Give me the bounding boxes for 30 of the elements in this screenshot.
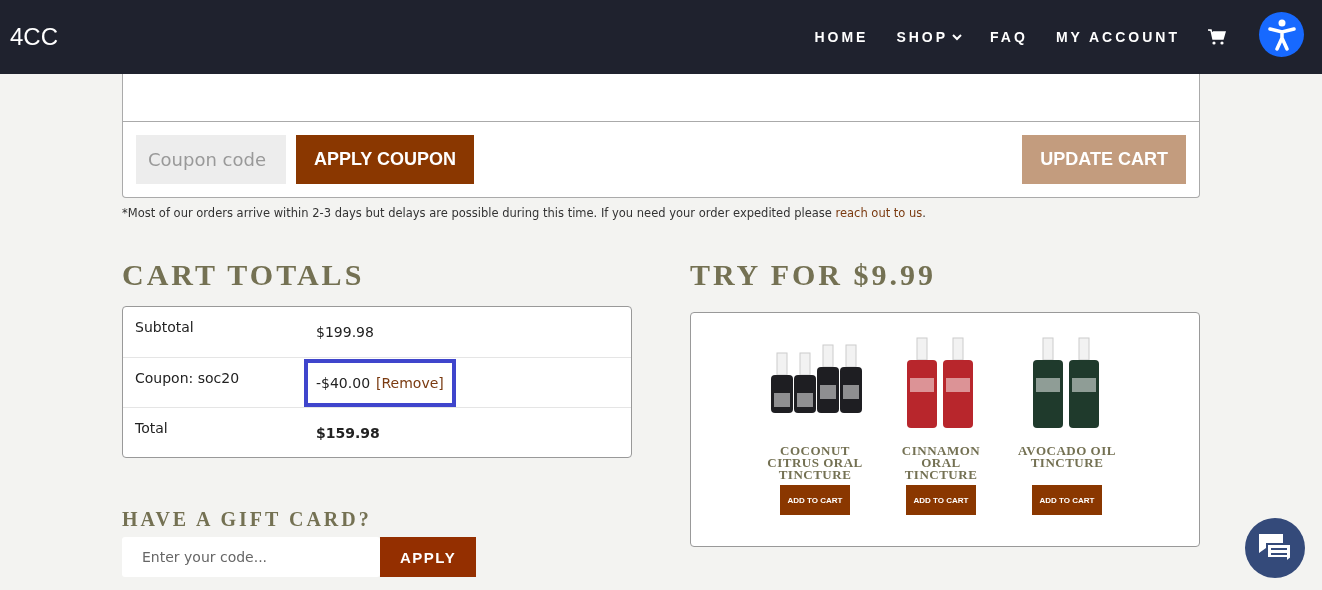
row-value: -$40.00 [316, 374, 371, 391]
apply-coupon-button[interactable]: APPLY COUPON [296, 135, 475, 184]
logo[interactable]: 4CC [10, 27, 64, 47]
gift-code-field[interactable]: Enter your code... [122, 537, 380, 577]
row-label: Subtotal [135, 318, 195, 337]
apply-button[interactable]: APPLY [380, 537, 477, 577]
person-icon [1267, 18, 1296, 51]
section-title: CART TOTALS [122, 258, 366, 292]
row-value: $159.98 [316, 424, 380, 441]
add-to-cart-button[interactable]: ADD TO CART [779, 485, 851, 515]
row-label: Coupon: soc20 [135, 369, 241, 388]
add-to-cart-button[interactable]: ADD TO CART [1031, 485, 1103, 515]
product-name: CINNAMON ORAL TINCTURE [900, 445, 982, 484]
remove-link[interactable]: [Remove] [376, 374, 444, 391]
nav-link[interactable]: SHOP [896, 29, 963, 45]
cart-icon[interactable] [1208, 29, 1226, 45]
chat-button[interactable] [1245, 518, 1305, 578]
nav-link[interactable]: MY ACCOUNT [1055, 29, 1180, 45]
add-to-cart-button[interactable]: ADD TO CART [905, 485, 977, 515]
shipping-note: *Most of our orders arrive within 2-3 days but delays are possible during this time. If you need your order expedited please reach out to us. [122, 206, 927, 220]
chevron-icon [952, 33, 963, 41]
coupon-field[interactable]: Coupon code [136, 135, 286, 184]
product-name: AVOCADO OIL TINCTURE [1017, 445, 1117, 472]
row-label: Total [135, 419, 169, 438]
product-name: COCONUT CITRUS ORAL TINCTURE [766, 445, 864, 484]
section-title: TRY FOR $9.99 [690, 258, 937, 292]
nav-link[interactable]: FAQ [990, 29, 1028, 45]
section-title: HAVE A GIFT CARD? [122, 508, 373, 531]
row-value: $199.98 [316, 324, 374, 340]
nav-link[interactable]: HOME [814, 29, 869, 45]
